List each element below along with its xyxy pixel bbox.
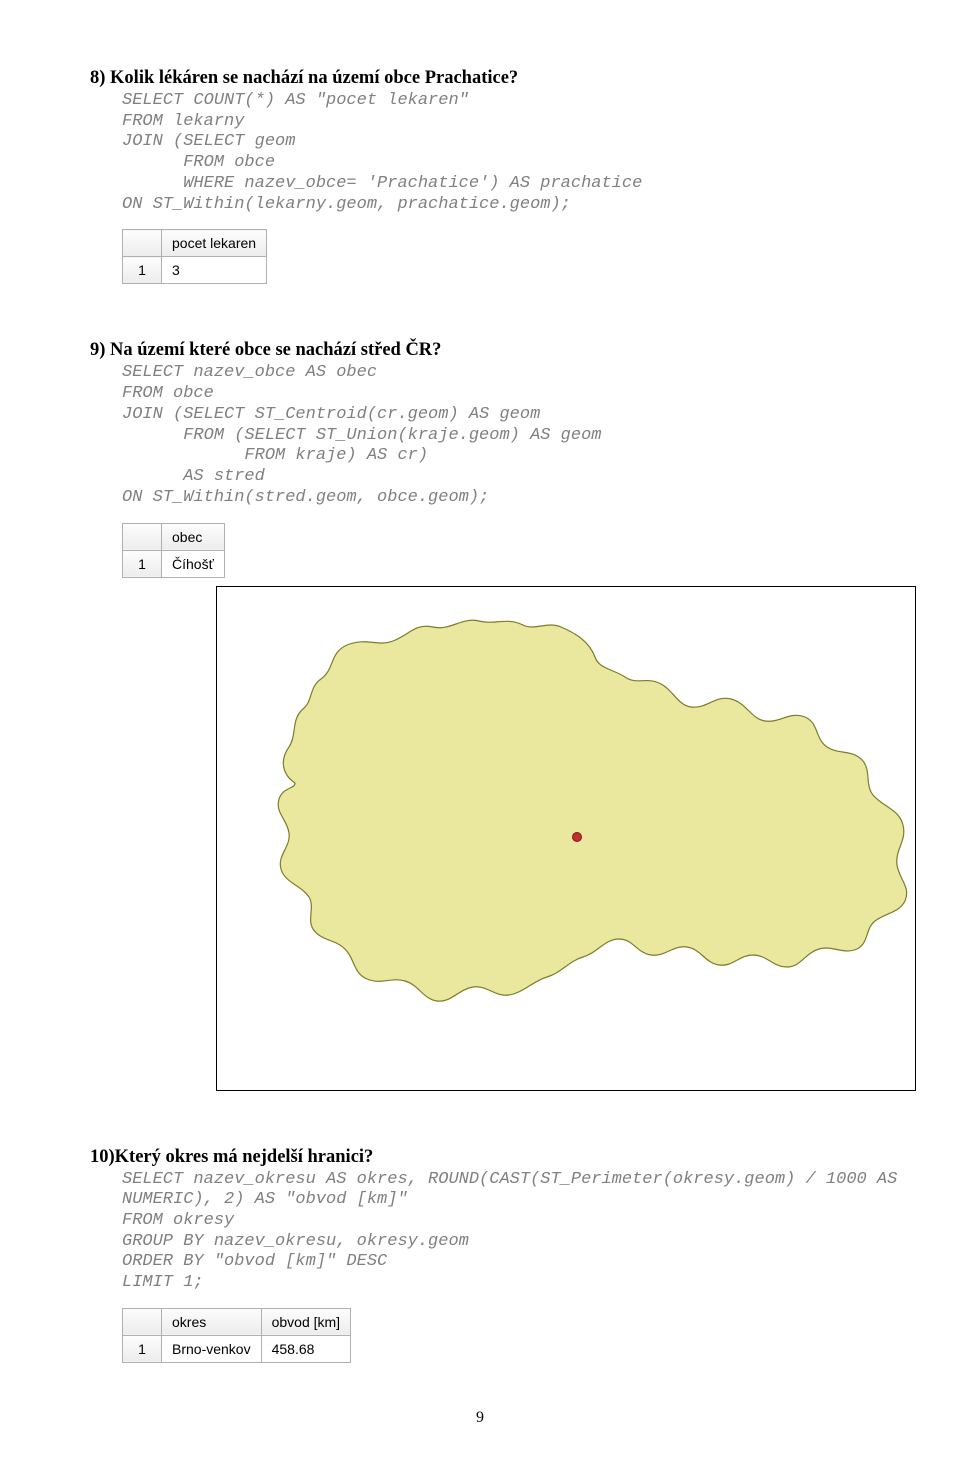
question-10-result-table: okres obvod [km] 1 Brno-venkov 458.68 [122, 1308, 351, 1363]
czech-republic-map [216, 586, 916, 1091]
question-9-sql: SELECT nazev_obce AS obec FROM obce JOIN… [122, 363, 870, 508]
cell-value: 3 [162, 257, 267, 284]
cell-value: 458.68 [261, 1335, 350, 1362]
question-10-sql: SELECT nazev_okresu AS okres, ROUND(CAST… [122, 1170, 870, 1294]
column-header: obec [162, 523, 225, 550]
table-row: 1 Číhošť [123, 550, 225, 577]
question-8-result-table: pocet lekaren 1 3 [122, 229, 267, 284]
table-corner [123, 1308, 162, 1335]
czech-republic-outline [278, 620, 906, 1001]
map-svg [217, 587, 916, 1091]
question-9-result-table: obec 1 Číhošť [122, 523, 225, 578]
column-header: okres [162, 1308, 262, 1335]
cell-value: Číhošť [162, 550, 225, 577]
table-row: 1 3 [123, 257, 267, 284]
question-10-heading: 10)Který okres má nejdelší hranici? [90, 1147, 870, 1168]
table-corner [123, 230, 162, 257]
page-number: 9 [90, 1409, 870, 1427]
column-header: obvod [km] [261, 1308, 350, 1335]
row-number: 1 [123, 257, 162, 284]
centroid-marker [573, 832, 582, 841]
table-corner [123, 523, 162, 550]
question-8-heading: 8) Kolik lékáren se nachází na území obc… [90, 68, 870, 89]
question-9-heading: 9) Na území které obce se nachází střed … [90, 340, 870, 361]
row-number: 1 [123, 550, 162, 577]
column-header: pocet lekaren [162, 230, 267, 257]
cell-value: Brno-venkov [162, 1335, 262, 1362]
table-row: 1 Brno-venkov 458.68 [123, 1335, 351, 1362]
question-8-sql: SELECT COUNT(*) AS "pocet lekaren" FROM … [122, 91, 870, 215]
row-number: 1 [123, 1335, 162, 1362]
